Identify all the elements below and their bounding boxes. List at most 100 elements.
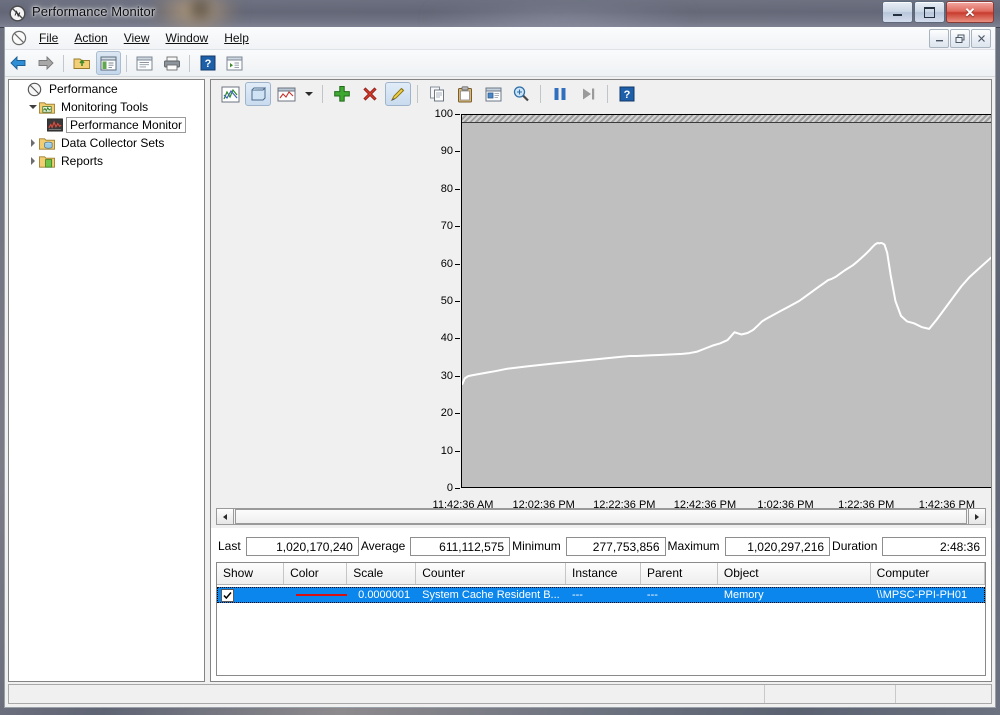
desktop-blur-artifact-3 [430, 2, 690, 28]
tree-node-reports[interactable]: Reports [9, 152, 204, 170]
stat-label-duration: Duration [830, 539, 882, 553]
y-axis-tick-label: 50 [441, 295, 453, 307]
legend-cell-computer[interactable]: \\MPSC-PPI-PH01 [871, 587, 985, 603]
counter-legend-table[interactable]: ShowColorScaleCounterInstanceParentObjec… [216, 562, 986, 676]
properties-icon[interactable] [132, 51, 157, 75]
graph-toolbar-separator [322, 85, 323, 103]
menu-item-help[interactable]: Help [216, 28, 257, 48]
tree-node-monitoring-tools[interactable]: Monitoring Tools [9, 98, 204, 116]
graph-toolbar-separator [417, 85, 418, 103]
mdi-close-button[interactable] [971, 29, 991, 48]
paste-counter-list-icon[interactable] [452, 82, 478, 106]
graph-toolbar: ? [211, 80, 991, 108]
y-axis-tick-mark [455, 338, 460, 339]
desktop-blur-artifact-2 [186, 0, 214, 24]
window-maximize-button[interactable] [914, 1, 945, 23]
folder-monitoring-icon [39, 100, 55, 115]
tree-node-performance-monitor[interactable]: Performance Monitor [9, 116, 204, 134]
legend-column-header-scale[interactable]: Scale [347, 563, 416, 584]
table-row[interactable]: 0.0000001System Cache Resident B...-----… [217, 587, 985, 603]
menu-item-file[interactable]: File [31, 28, 66, 48]
scrollbar-track[interactable] [234, 508, 968, 525]
forward-icon[interactable] [33, 51, 58, 75]
view-line-graph-icon[interactable] [217, 82, 243, 106]
add-counter-icon[interactable] [329, 82, 355, 106]
graph-toolbar-separator [607, 85, 608, 103]
back-icon[interactable] [6, 51, 31, 75]
legend-cell-color[interactable] [284, 594, 347, 596]
perfmon-shield-icon [27, 82, 43, 97]
legend-column-header-counter[interactable]: Counter [416, 563, 566, 584]
legend-cell-counter[interactable]: System Cache Resident B... [416, 587, 566, 603]
stat-label-last: Last [216, 539, 246, 553]
chart-area[interactable]: 0102030405060708090100 11:42:36 AM12:02:… [211, 108, 991, 528]
scroll-right-button[interactable] [968, 508, 986, 525]
legend-column-header-computer[interactable]: Computer [871, 563, 985, 584]
tree-node-label: Performance Monitor [66, 117, 186, 133]
properties-icon[interactable] [480, 82, 506, 106]
up-folder-icon[interactable] [69, 51, 94, 75]
stat-value-duration: 2:48:36 [882, 537, 986, 556]
window-minimize-button[interactable] [882, 1, 913, 23]
window-close-button[interactable]: ✕ [946, 1, 994, 23]
y-axis-tick-label: 0 [447, 482, 453, 494]
menu-item-window[interactable]: Window [158, 28, 217, 48]
legend-cell-parent[interactable]: --- [641, 587, 718, 603]
y-axis-tick-label: 90 [441, 145, 453, 157]
mdi-system-icon[interactable] [11, 30, 27, 46]
stat-value-last: 1,020,170,240 [246, 537, 359, 556]
mdi-minimize-button[interactable] [929, 29, 949, 48]
legend-column-header-instance[interactable]: Instance [566, 563, 641, 584]
legend-column-header-color[interactable]: Color [284, 563, 347, 584]
change-graph-type-dropdown-icon[interactable] [301, 82, 316, 106]
scrollbar-thumb[interactable] [235, 509, 967, 524]
menu-item-action[interactable]: Action [66, 28, 115, 48]
tree-node-performance[interactable]: Performance [9, 80, 204, 98]
legend-column-header-object[interactable]: Object [718, 563, 871, 584]
tree-expander-closed[interactable] [27, 137, 39, 149]
y-axis-tick-mark [455, 189, 460, 190]
export-list-icon[interactable] [222, 51, 247, 75]
chart-plot-area[interactable] [461, 114, 992, 488]
toolbar-separator [126, 55, 127, 72]
y-axis-tick-label: 80 [441, 183, 453, 195]
window-title-bar[interactable]: Performance Monitor ✕ [0, 0, 1000, 28]
tree-node-data-collector-sets[interactable]: Data Collector Sets [9, 134, 204, 152]
change-graph-type-icon[interactable] [273, 82, 299, 106]
legend-cell-instance[interactable]: --- [566, 587, 641, 603]
menu-item-view[interactable]: View [116, 28, 158, 48]
print-icon[interactable] [159, 51, 184, 75]
copy-properties-icon[interactable] [424, 82, 450, 106]
update-data-icon[interactable] [575, 82, 601, 106]
show-hide-console-tree-icon[interactable] [96, 51, 121, 75]
zoom-icon[interactable] [508, 82, 534, 106]
highlight-icon[interactable] [385, 82, 411, 106]
help-icon[interactable]: ? [195, 51, 220, 75]
freeze-display-icon[interactable] [547, 82, 573, 106]
legend-column-header-parent[interactable]: Parent [641, 563, 718, 584]
y-axis-tick-mark [455, 451, 460, 452]
legend-cell-object[interactable]: Memory [718, 587, 871, 603]
tree-expander-closed[interactable] [27, 155, 39, 167]
tree-node-label: Monitoring Tools [59, 100, 150, 114]
mdi-caption-buttons [928, 29, 991, 48]
delete-counter-icon[interactable] [357, 82, 383, 106]
console-tree[interactable]: Performance Monitoring Tools [8, 79, 205, 682]
help-icon[interactable]: ? [614, 82, 640, 106]
view-current-activity-icon[interactable] [245, 82, 271, 106]
stat-value-average: 611,112,575 [410, 537, 510, 556]
legend-cell-show[interactable] [217, 589, 284, 602]
tree-expander-open[interactable] [27, 101, 39, 113]
chart-horizontal-scrollbar[interactable] [216, 508, 986, 525]
y-axis-tick-mark [455, 376, 460, 377]
chart-series-line [462, 115, 992, 487]
y-axis-tick-mark [455, 488, 460, 489]
series-color-swatch [296, 594, 347, 596]
scroll-left-button[interactable] [216, 508, 234, 525]
legend-column-header-show[interactable]: Show [217, 563, 284, 584]
show-checkbox[interactable] [221, 589, 234, 602]
mdi-restore-button[interactable] [950, 29, 970, 48]
stat-value-minimum: 277,753,856 [566, 537, 666, 556]
legend-cell-scale[interactable]: 0.0000001 [347, 587, 416, 603]
y-axis-tick-mark [455, 413, 460, 414]
